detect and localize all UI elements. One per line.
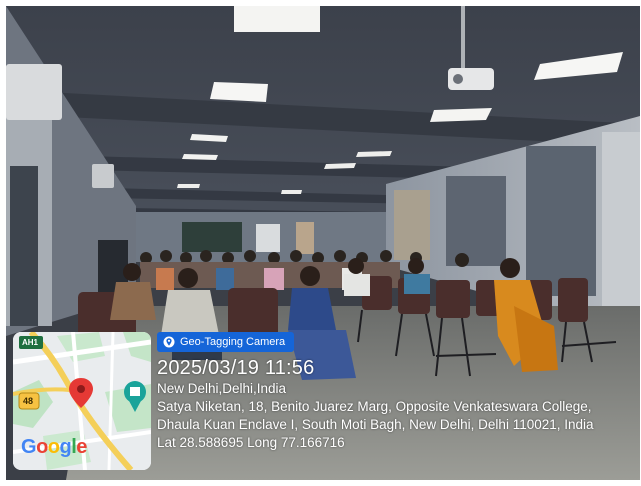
geotagged-photo: AH1 48 Google Geo-Tagging Camera 2025/03… [6, 6, 640, 480]
google-logo: Google [21, 436, 87, 458]
road-label-48: 48 [23, 396, 34, 406]
geo-stamp: 2025/03/19 11:56 New Delhi,Delhi,India S… [157, 356, 594, 452]
stamp-address-line2: Dhaula Kuan Enclave I, South Moti Bagh, … [157, 417, 594, 432]
stamp-place: New Delhi,Delhi,India [157, 381, 287, 396]
stamp-coordinates: Lat 28.588695 Long 77.166716 [157, 435, 345, 450]
location-map-thumbnail: AH1 48 Google [13, 332, 151, 470]
geo-tagging-camera-badge: Geo-Tagging Camera [157, 332, 295, 352]
badge-label: Geo-Tagging Camera [180, 336, 286, 348]
stamp-datetime: 2025/03/19 11:56 [157, 357, 315, 379]
location-pin-icon [163, 336, 175, 348]
stamp-address-line1: Satya Niketan, 18, Benito Juarez Marg, O… [157, 399, 592, 414]
road-label-ah1: AH1 [22, 338, 39, 347]
